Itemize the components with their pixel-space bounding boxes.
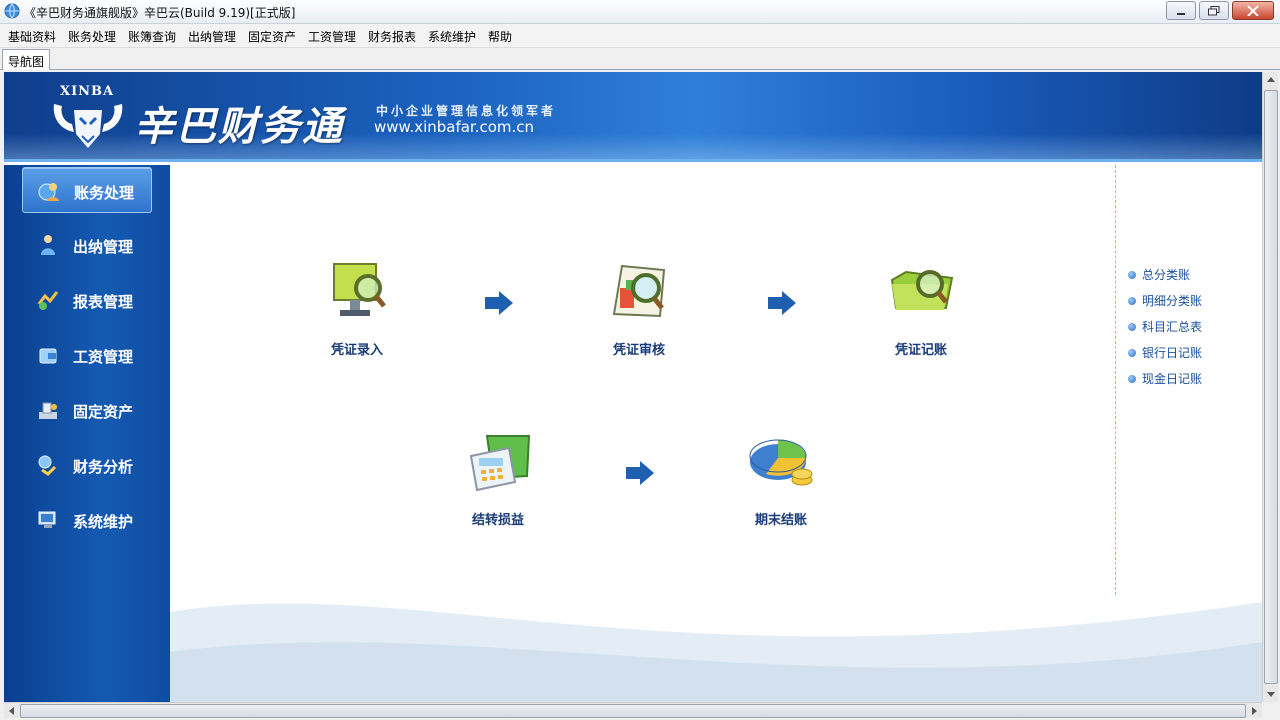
bullet-icon [1128, 271, 1136, 279]
window-title: 《辛巴财务通旗舰版》辛巴云(Build 9.19)[正式版] [24, 6, 296, 20]
sidebar-item-accounting[interactable]: 账务处理 [22, 167, 152, 213]
sidebar-item-label: 系统维护 [73, 513, 134, 531]
sidebar-item-label: 固定资产 [73, 403, 134, 421]
folder-magnifier-icon [890, 270, 954, 310]
quick-link-label: 科目汇总表 [1142, 320, 1203, 334]
close-icon [1247, 5, 1259, 16]
sidebar-item-label: 账务处理 [74, 184, 135, 202]
menu-payroll[interactable]: 工资管理 [308, 28, 356, 45]
close-button[interactable] [1232, 1, 1274, 20]
window-controls [1163, 1, 1274, 20]
sidebar-item-fixed-assets[interactable]: 固定资产 [22, 387, 152, 433]
menu-system[interactable]: 系统维护 [428, 28, 476, 45]
horizontal-scroll-thumb[interactable] [20, 704, 1246, 718]
quick-link-subsidiary-ledger[interactable]: 明细分类账 [1128, 292, 1202, 309]
app-window: 《辛巴财务通旗舰版》辛巴云(Build 9.19)[正式版] 基础资料 账务处理… [0, 0, 1280, 720]
bullet-icon [1128, 297, 1136, 305]
person-icon [41, 235, 55, 255]
sidebar-item-label: 财务分析 [73, 458, 134, 476]
workflow-label: 期末结账 [754, 513, 807, 528]
quick-link-label: 总分类账 [1142, 268, 1191, 282]
monitor-icon [38, 511, 56, 528]
quick-link-account-summary[interactable]: 科目汇总表 [1128, 318, 1202, 335]
scroll-up-icon[interactable] [1263, 72, 1279, 88]
vertical-scrollbar[interactable] [1262, 72, 1278, 702]
workflow-label: 凭证审核 [612, 343, 665, 358]
menu-bar: 基础资料 账务处理 账簿查询 出纳管理 固定资产 工资管理 财务报表 系统维护 … [0, 24, 1280, 48]
wallet-icon [39, 348, 57, 364]
menu-accounting[interactable]: 账务处理 [68, 28, 116, 45]
brand-english: XINBA [60, 84, 115, 99]
sidebar-item-payroll[interactable]: 工资管理 [22, 332, 152, 378]
quick-link-label: 现金日记账 [1142, 372, 1203, 386]
asset-icon [39, 402, 57, 419]
scroll-down-icon[interactable] [1263, 686, 1279, 702]
workflow-label: 结转损益 [471, 513, 524, 528]
arrow-right-icon [626, 461, 654, 485]
menu-fixed-assets[interactable]: 固定资产 [248, 28, 296, 45]
restore-button[interactable] [1199, 1, 1229, 20]
brand-title: 辛巴财务通 [134, 104, 344, 150]
quick-links-divider [1115, 165, 1116, 595]
horizontal-scrollbar[interactable] [4, 702, 1262, 718]
tab-navigation[interactable]: 导航图 [2, 49, 50, 70]
quick-link-cash-journal[interactable]: 现金日记账 [1128, 370, 1202, 387]
brand-url: www.xinbafar.com.cn [374, 118, 535, 136]
workflow-label: 凭证录入 [330, 343, 383, 358]
bullet-icon [1128, 375, 1136, 383]
quick-link-label: 明细分类账 [1142, 294, 1203, 308]
sidebar-item-system[interactable]: 系统维护 [22, 497, 152, 543]
arrow-right-icon [485, 291, 513, 315]
menu-reports[interactable]: 财务报表 [368, 28, 416, 45]
globe-user-icon [38, 183, 59, 201]
app-globe-icon [4, 3, 20, 19]
sidebar-item-analysis[interactable]: 财务分析 [22, 442, 152, 488]
sidebar-item-label: 报表管理 [73, 293, 134, 311]
pie-coins-icon [749, 439, 813, 486]
header-banner: XINBA 辛巴财务通 中小企业管理信息化领军者 www.xinbafar.co… [4, 72, 1262, 162]
sidebar-item-cashier[interactable]: 出纳管理 [22, 222, 152, 268]
quick-link-bank-journal[interactable]: 银行日记账 [1128, 344, 1202, 361]
menu-help[interactable]: 帮助 [488, 28, 512, 45]
navigation-page: XINBA 辛巴财务通 中小企业管理信息化领军者 www.xinbafar.co… [4, 72, 1262, 702]
sidebar-item-reports[interactable]: 报表管理 [22, 277, 152, 323]
bullet-icon [1128, 349, 1136, 357]
module-sidebar: 账务处理 出纳管理 报表管理 工资管理 固定资产 财务分析 系统维护 [4, 165, 170, 702]
sidebar-item-label: 工资管理 [73, 348, 134, 366]
arrow-right-icon [768, 291, 796, 315]
restore-icon [1208, 5, 1220, 15]
quick-link-label: 银行日记账 [1142, 346, 1203, 360]
menu-ledger-query[interactable]: 账簿查询 [128, 28, 176, 45]
scroll-left-icon[interactable] [4, 703, 20, 719]
chart-icon [37, 291, 59, 310]
menu-cashier[interactable]: 出纳管理 [188, 28, 236, 45]
vertical-scroll-thumb[interactable] [1264, 90, 1278, 684]
chart-magnifier-icon [612, 264, 666, 318]
title-bar: 《辛巴财务通旗舰版》辛巴云(Build 9.19)[正式版] [0, 0, 1280, 24]
scroll-right-icon[interactable] [1246, 703, 1262, 719]
analysis-icon [38, 455, 57, 476]
tab-strip: 导航图 [0, 48, 1280, 70]
decorative-wave [170, 602, 1262, 702]
calculator-folder-icon [469, 435, 531, 492]
sidebar-item-label: 出纳管理 [73, 238, 134, 256]
brand-slogan: 中小企业管理信息化领军者 [376, 104, 557, 118]
menu-basic-data[interactable]: 基础资料 [8, 28, 56, 45]
minimize-button[interactable] [1166, 1, 1196, 20]
bullet-icon [1128, 323, 1136, 331]
minimize-icon [1177, 12, 1185, 15]
workflow-label: 凭证记账 [894, 343, 947, 358]
quick-link-general-ledger[interactable]: 总分类账 [1128, 266, 1190, 283]
monitor-magnifier-icon [333, 263, 386, 316]
